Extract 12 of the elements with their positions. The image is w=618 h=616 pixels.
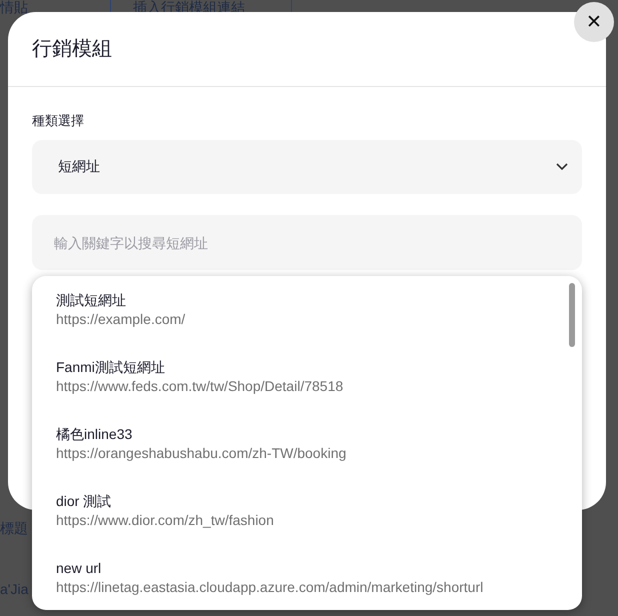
result-item[interactable]: new url https://linetag.eastasia.cloudapp.azure.com/admin/marketing/shorturl xyxy=(32,544,582,610)
result-item[interactable]: 橘色inline33 https://orangeshabushabu.com/zh-TW/booking xyxy=(32,410,582,477)
result-item[interactable]: dior 測試 https://www.dior.com/zh_tw/fashion xyxy=(32,477,582,544)
field-label: 種類選擇 xyxy=(32,113,84,129)
result-item[interactable]: Fanmi測試短網址 https://www.feds.com.tw/tw/Shop/Detail/78518 xyxy=(32,343,582,410)
type-select[interactable]: 短網址 xyxy=(32,140,582,194)
dialog-title: 行銷模組 xyxy=(32,37,112,62)
close-button[interactable]: ✕ xyxy=(574,2,614,42)
result-item[interactable]: 測試短網址 https://example.com/ xyxy=(32,276,582,343)
scrollbar-thumb[interactable] xyxy=(569,283,575,347)
chevron-down-icon xyxy=(556,163,568,171)
search-field[interactable]: 輸入關鍵字以搜尋短網址 xyxy=(32,215,582,270)
